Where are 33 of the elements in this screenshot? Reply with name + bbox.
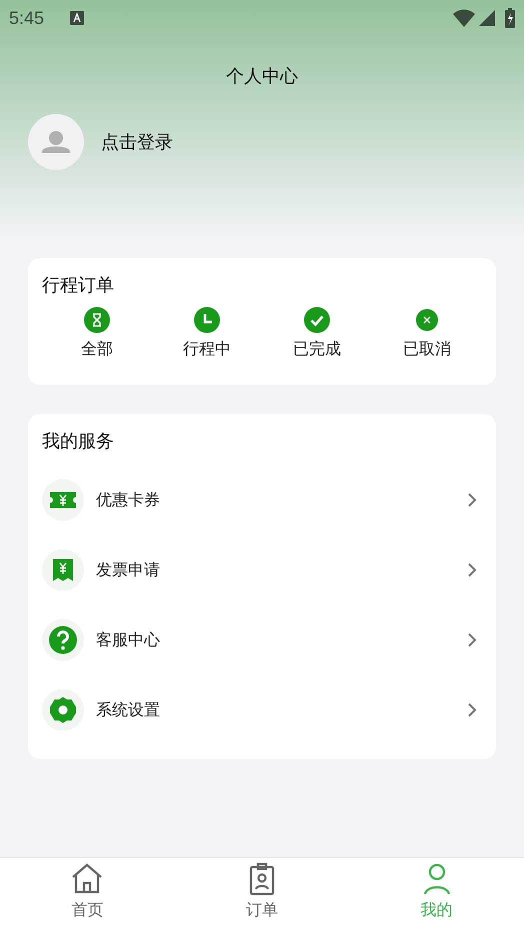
tab-item[interactable]: 首页	[0, 858, 175, 931]
signal-icon	[479, 10, 495, 26]
card-title: 我的服务	[42, 430, 115, 454]
help-icon	[42, 619, 84, 661]
chevron-right-icon	[467, 492, 477, 508]
hourglass-icon	[84, 307, 110, 333]
clock-icon	[194, 307, 220, 333]
cancel-icon	[416, 309, 438, 331]
coupon-icon	[42, 479, 84, 521]
wifi-icon	[453, 9, 475, 27]
avatar-icon[interactable]	[28, 114, 84, 170]
settings-icon	[42, 689, 84, 731]
receipt-icon	[42, 549, 84, 591]
card-title: 行程订单	[42, 274, 115, 298]
keyboard-notification-icon	[70, 11, 84, 25]
service-row[interactable]: 发票申请	[42, 535, 482, 605]
order-status-item[interactable]: 已完成	[262, 307, 372, 361]
order-status-item[interactable]: 全部	[42, 307, 152, 361]
service-row[interactable]: 系统设置	[42, 675, 482, 745]
chevron-right-icon	[467, 702, 477, 718]
home-icon	[70, 862, 104, 896]
order-status-item[interactable]: 行程中	[152, 307, 262, 361]
service-row[interactable]: 客服中心	[42, 605, 482, 675]
battery-icon	[505, 8, 515, 28]
service-row[interactable]: 优惠卡券	[42, 465, 482, 535]
chevron-right-icon	[467, 632, 477, 648]
page-title: 个人中心	[226, 64, 298, 88]
chevron-right-icon	[467, 562, 477, 578]
check-icon	[304, 307, 330, 333]
login-link[interactable]: 点击登录	[101, 128, 173, 156]
tab-item[interactable]: 订单	[174, 858, 350, 931]
order-status-item[interactable]: 已取消	[372, 307, 482, 361]
status-time: 5:45	[9, 6, 44, 30]
